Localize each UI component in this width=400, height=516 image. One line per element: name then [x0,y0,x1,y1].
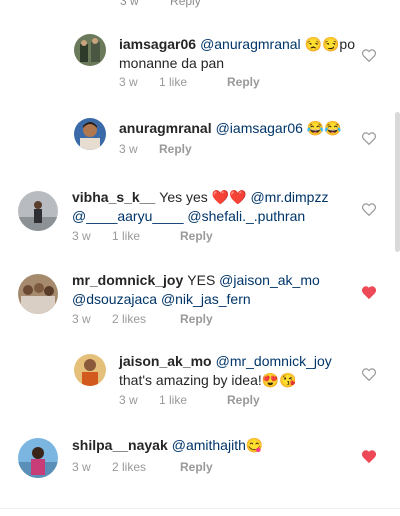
comment-time: 3 w [120,0,139,8]
like-count[interactable]: 2 likes [112,312,180,326]
comment-text: vibha_s_k__ Yes yes ❤️❤️ @mr.dimpzz @____… [72,188,362,226]
comment-username[interactable]: vibha_s_k__ [72,189,155,205]
like-count[interactable]: 2 likes [112,460,180,474]
divider [0,508,400,509]
mention-link[interactable]: @mr_domnick_joy [216,353,332,369]
comment-meta: 3 w 2 likes Reply [72,312,213,326]
mention-link[interactable]: @jaison_ak_mo [219,272,320,288]
mention-link[interactable]: @iamsagar06 [216,120,303,136]
heart-icon[interactable] [362,132,376,145]
avatar[interactable] [18,274,58,314]
comment-username[interactable]: shilpa__nayak [72,437,168,453]
comment-username[interactable]: jaison_ak_mo [119,353,212,369]
avatar[interactable] [74,118,106,150]
comment-text-fragment: YES [187,272,220,288]
comment-meta: 3 w 1 like Reply [119,393,260,407]
mention-link[interactable]: @amithajith [172,437,246,453]
comment-username[interactable]: anuragmranal [119,120,212,136]
comment-username[interactable]: mr_domnick_joy [72,272,183,288]
heart-icon[interactable] [362,203,376,216]
reply-link[interactable]: Reply [159,142,192,156]
comment-body: @iamsagar06 😂😂 [216,120,342,136]
avatar[interactable] [18,438,58,478]
mention-link[interactable]: @mr.dimpzz [250,189,328,205]
mention-link[interactable]: @anuragmranal [200,36,301,52]
heart-icon[interactable] [362,450,376,463]
comment-time: 3 w [72,460,91,474]
mention-link[interactable]: @dsouzajaca [72,291,157,307]
avatar[interactable] [18,191,58,231]
reply-link[interactable]: Reply [180,460,213,474]
comment-meta: 3 w 1 like Reply [72,229,213,243]
comment-text-fragment: that's amazing by idea!😍😘 [119,372,297,388]
comment-time: 3 w [119,142,138,156]
reply-link[interactable]: Reply [227,393,260,407]
reply-link[interactable]: Reply [227,75,260,89]
avatar[interactable] [74,34,106,66]
comment-text-fragment: 😂😂 [302,120,342,136]
avatar[interactable] [74,354,106,386]
reply-link[interactable]: Reply [180,312,213,326]
heart-icon[interactable] [362,49,376,62]
reply-link[interactable]: Reply [170,0,201,8]
scrollbar[interactable] [395,112,400,252]
comment-time: 3 w [72,312,91,326]
comment-username[interactable]: iamsagar06 [119,36,196,52]
comment-meta: 3 w 1 like Reply [119,75,260,89]
like-count[interactable]: 1 like [112,229,180,243]
comment-body: @amithajith😋 [172,437,264,453]
comment-time: 3 w [119,393,138,407]
mention-link[interactable]: @nik_jas_fern [161,291,251,307]
heart-icon[interactable] [362,286,376,299]
comment-time: 3 w [72,229,91,243]
mention-link[interactable]: @____aaryu____ [72,208,184,224]
reply-link[interactable]: Reply [180,229,213,243]
like-count[interactable]: 1 like [159,393,227,407]
comment-text: iamsagar06 @anuragmranal 😒😏po monanne da … [119,35,359,73]
comment-text: mr_domnick_joy YES @jaison_ak_mo @dsouzaj… [72,271,362,309]
comment-text: shilpa__nayak @amithajith😋 [72,436,362,455]
previous-comment-meta: 3 w Reply [120,0,229,8]
heart-icon[interactable] [362,368,376,381]
comment-text: jaison_ak_mo @mr_domnick_joy that's amazi… [119,352,359,390]
comment-text-fragment: 😋 [245,437,264,453]
mention-link[interactable]: @shefali._.puthran [187,208,305,224]
comment-text: anuragmranal @iamsagar06 😂😂 [119,119,359,138]
comment-text-fragment: Yes yes ❤️❤️ [159,189,251,205]
comment-meta: 3 w 2 likes Reply [72,460,213,474]
comment-meta: 3 w Reply [119,142,192,156]
like-count[interactable]: 1 like [159,75,227,89]
comment-time: 3 w [119,75,138,89]
